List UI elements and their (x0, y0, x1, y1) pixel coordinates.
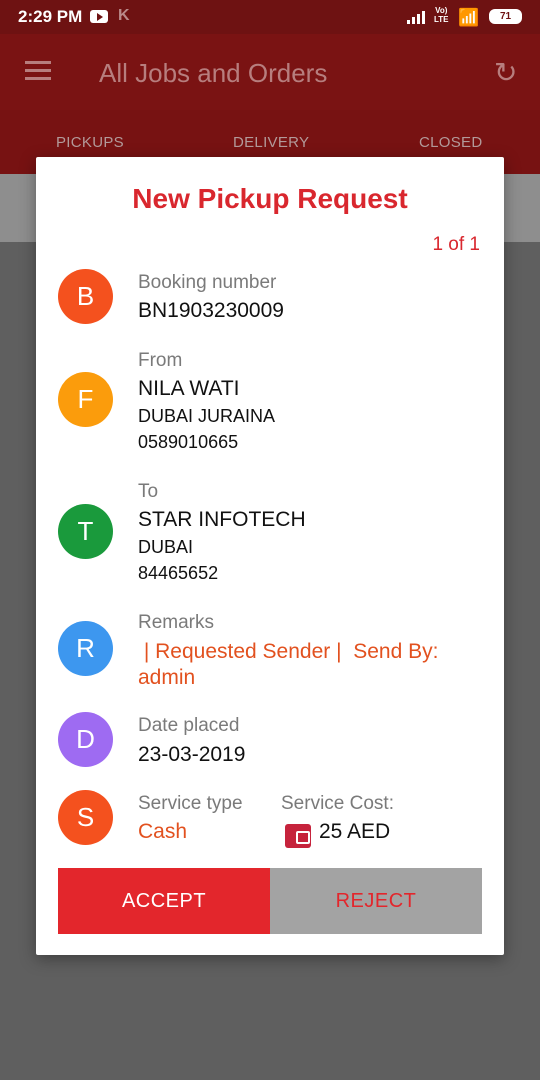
wallet-icon (285, 824, 311, 848)
to-label: To (138, 481, 159, 502)
signal-icon (407, 10, 429, 24)
tab-pickups[interactable]: PICKUPS (56, 134, 124, 151)
request-counter: 1 of 1 (432, 234, 480, 255)
from-avatar: F (58, 372, 113, 427)
status-time: 2:29 PM (18, 7, 83, 26)
booking-avatar: B (58, 269, 113, 324)
remarks-avatar: R (58, 621, 113, 676)
remarks-line-2: admin (138, 666, 196, 689)
from-phone: 0589010665 (138, 432, 239, 452)
notification-k-icon: K (118, 7, 130, 24)
battery-icon: 71 (489, 9, 522, 24)
pickup-request-dialog: New Pickup Request 1 of 1 B Booking numb… (36, 157, 504, 955)
dialog-title: New Pickup Request (132, 183, 408, 214)
tab-delivery[interactable]: DELIVERY (233, 134, 309, 151)
youtube-icon (90, 10, 108, 23)
service-cost-label: Service Cost: (281, 793, 394, 814)
from-city: DUBAI JURAINA (138, 406, 276, 426)
reject-button[interactable]: REJECT (270, 868, 482, 934)
accept-button[interactable]: ACCEPT (58, 868, 270, 934)
volte-bottom-text: LTE (434, 15, 449, 24)
service-type-value: Cash (138, 820, 188, 843)
to-city: DUBAI (138, 537, 194, 557)
app-bar: All Jobs and Orders ↻ (0, 34, 540, 110)
status-bar: 2:29 PM K Vo) LTE 📶 71 (0, 0, 540, 34)
from-name: NILA WATI (138, 377, 240, 400)
volte-top-text: Vo) (435, 6, 448, 15)
booking-label: Booking number (138, 272, 277, 293)
page-title: All Jobs and Orders (99, 58, 328, 88)
service-type-label: Service type (138, 793, 243, 814)
volte-icon: Vo) LTE (434, 6, 449, 24)
refresh-icon[interactable]: ↻ (494, 56, 517, 89)
to-name: STAR INFOTECH (138, 508, 306, 531)
to-avatar: T (58, 504, 113, 559)
menu-icon[interactable] (25, 61, 51, 81)
booking-number: BN1903230009 (138, 299, 284, 322)
remarks-label: Remarks (138, 612, 215, 633)
date-placed-value: 23-03-2019 (138, 743, 246, 766)
date-avatar: D (58, 712, 113, 767)
from-label: From (138, 350, 183, 371)
wifi-icon: 📶 (458, 8, 480, 27)
tab-closed[interactable]: CLOSED (419, 134, 483, 151)
service-avatar: S (58, 790, 113, 845)
service-cost-value: 25 AED (319, 820, 391, 843)
date-label: Date placed (138, 715, 240, 736)
to-phone: 84465652 (138, 563, 219, 583)
remarks-line-1: | Requested Sender | Send By: (138, 640, 439, 663)
